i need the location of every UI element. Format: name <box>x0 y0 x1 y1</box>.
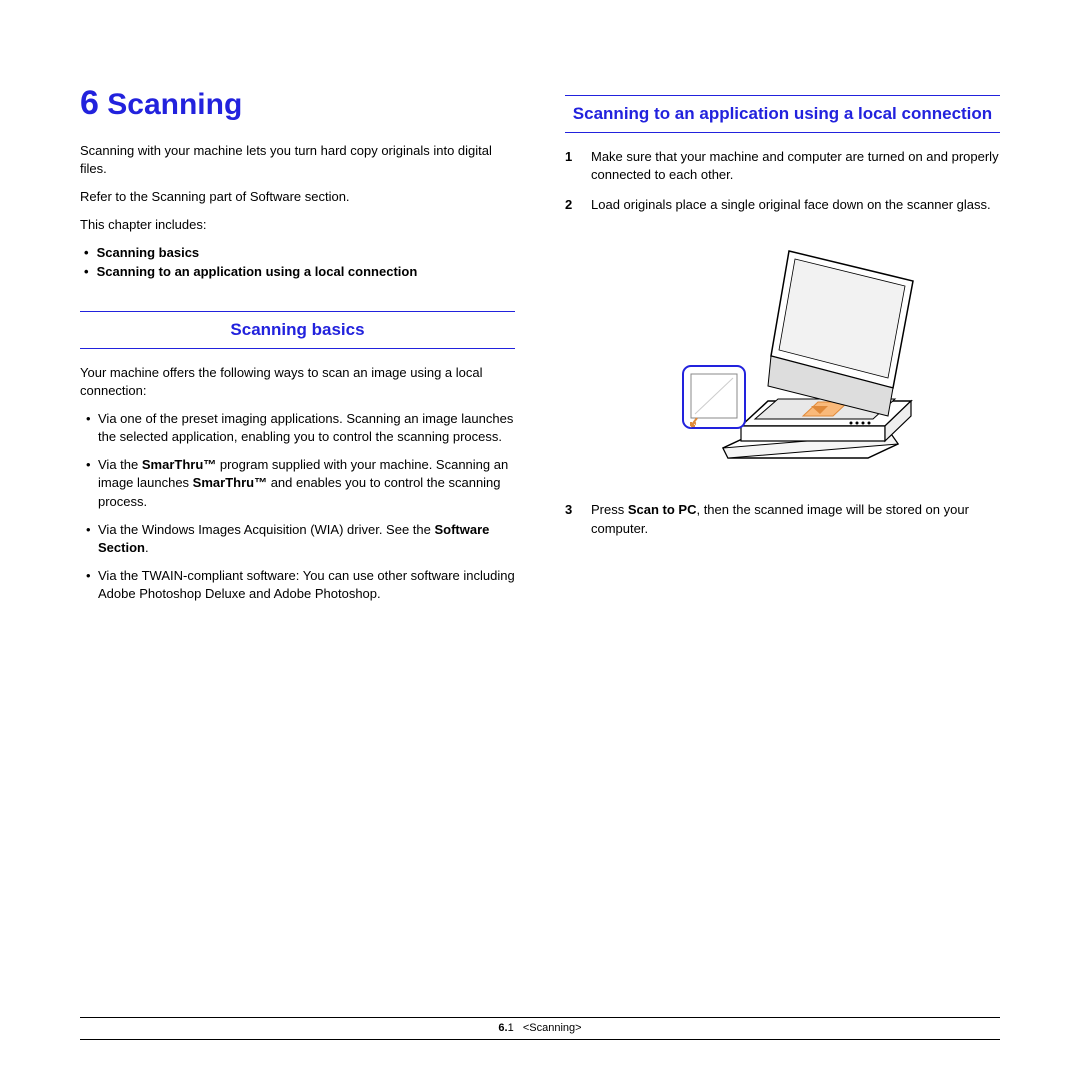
page-footer: 6.1 <Scanning> <box>80 1017 1000 1040</box>
intro-p2: Refer to the Scanning part of Software s… <box>80 188 515 206</box>
scanner-illustration: ↗ <box>633 226 933 486</box>
step: 2 Load originals place a single original… <box>565 196 1000 214</box>
section-heading-basics: Scanning basics <box>80 311 515 349</box>
step-text: Press Scan to PC, then the scanned image… <box>591 501 1000 537</box>
toc-item[interactable]: Scanning to an application using a local… <box>80 263 515 281</box>
list-item: Via one of the preset imaging applicatio… <box>80 410 515 446</box>
intro-p1: Scanning with your machine lets you turn… <box>80 142 515 178</box>
toc-list: Scanning basics Scanning to an applicati… <box>80 244 515 280</box>
chapter-name: Scanning <box>107 88 242 121</box>
toc-item[interactable]: Scanning basics <box>80 244 515 262</box>
step: 1 Make sure that your machine and comput… <box>565 148 1000 184</box>
intro-p3: This chapter includes: <box>80 216 515 234</box>
list-item: Via the TWAIN-compliant software: You ca… <box>80 567 515 603</box>
step-number: 2 <box>565 196 577 214</box>
chapter-title: 6 Scanning <box>80 80 515 128</box>
step: 3 Press Scan to PC, then the scanned ima… <box>565 501 1000 537</box>
step-number: 1 <box>565 148 577 184</box>
chapter-number: 6 <box>80 84 99 122</box>
svg-text:↗: ↗ <box>689 420 697 431</box>
list-item: Via the Windows Images Acquisition (WIA)… <box>80 521 515 557</box>
bullet-list: Via one of the preset imaging applicatio… <box>80 410 515 604</box>
section1-intro: Your machine offers the following ways t… <box>80 364 515 400</box>
step-text: Load originals place a single original f… <box>591 196 991 214</box>
section-heading-local: Scanning to an application using a local… <box>565 95 1000 133</box>
list-item: Via the SmarThru™ program supplied with … <box>80 456 515 511</box>
step-number: 3 <box>565 501 577 537</box>
step-text: Make sure that your machine and computer… <box>591 148 1000 184</box>
